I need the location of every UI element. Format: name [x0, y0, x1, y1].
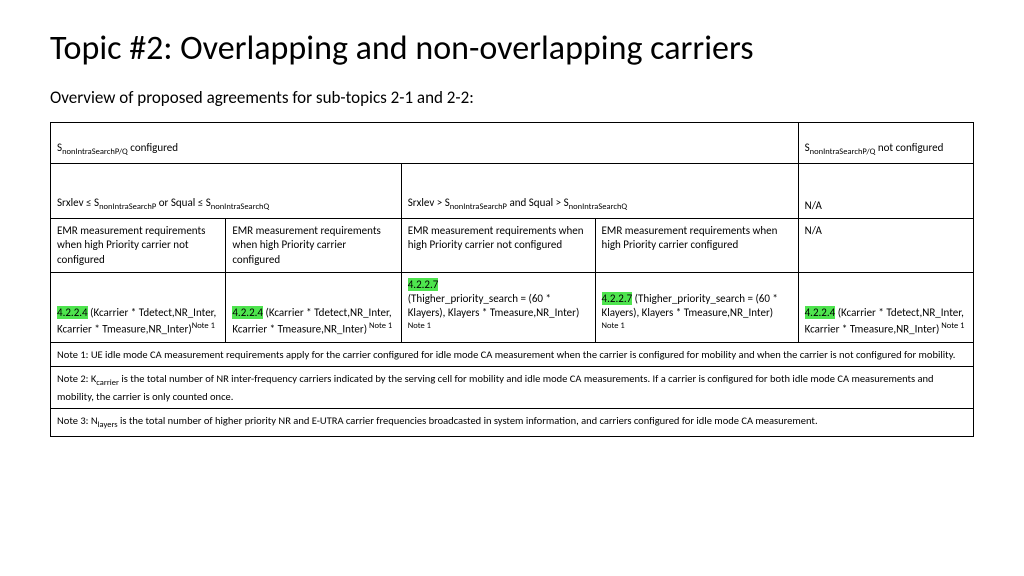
table-row: Note 2: Kcarrier is the total number of …: [51, 367, 974, 409]
cond-gt: Srxlev > SnonIntraSearchP and Squal > Sn…: [401, 164, 798, 219]
table-row: Note 3: Nlayers is the total number of h…: [51, 409, 974, 437]
emr-1: EMR measurement requirements when high P…: [51, 219, 226, 273]
ref-highlight: 4.2.2.7: [408, 278, 439, 291]
emr-2: EMR measurement requirements when high P…: [226, 219, 401, 273]
note-3: Note 3: Nlayers is the total number of h…: [51, 409, 974, 437]
table-row: Srxlev ≤ SnonIntraSearchP or Squal ≤ Sno…: [51, 164, 974, 219]
table-row: 4.2.2.4 (Kcarrier * Tdetect,NR_Inter, Kc…: [51, 272, 974, 342]
val-2: 4.2.2.4 (Kcarrier * Tdetect,NR_Inter, Kc…: [226, 272, 401, 342]
slide-subtitle: Overview of proposed agreements for sub-…: [50, 87, 974, 108]
ref-highlight: 4.2.2.4: [57, 306, 88, 319]
note-2: Note 2: Kcarrier is the total number of …: [51, 367, 974, 409]
ref-highlight: 4.2.2.7: [602, 292, 633, 305]
ref-highlight: 4.2.2.4: [805, 306, 836, 319]
emr-3: EMR measurement requirements when high P…: [401, 219, 595, 273]
table-row: EMR measurement requirements when high P…: [51, 219, 974, 273]
emr-5: N/A: [798, 219, 973, 273]
val-1: 4.2.2.4 (Kcarrier * Tdetect,NR_Inter, Kc…: [51, 272, 226, 342]
table-row: Note 1: UE idle mode CA measurement requ…: [51, 342, 974, 367]
slide-title: Topic #2: Overlapping and non-overlappin…: [50, 28, 974, 69]
cond-le: Srxlev ≤ SnonIntraSearchP or Squal ≤ Sno…: [51, 164, 402, 219]
val-5: 4.2.2.4 (Kcarrier * Tdetect,NR_Inter, Kc…: [798, 272, 973, 342]
hdr-not-configured: SnonIntraSearchP/Q not configured: [798, 123, 973, 164]
hdr-configured: SnonIntraSearchP/Q configured: [51, 123, 799, 164]
note-1: Note 1: UE idle mode CA measurement requ…: [51, 342, 974, 367]
val-3: 4.2.2.7(Thigher_priority_search = (60 * …: [401, 272, 595, 342]
cond-na: N/A: [798, 164, 973, 219]
slide: Topic #2: Overlapping and non-overlappin…: [0, 0, 1024, 457]
val-4: 4.2.2.7 (Thigher_priority_search = (60 *…: [595, 272, 798, 342]
emr-4: EMR measurement requirements when high P…: [595, 219, 798, 273]
ref-highlight: 4.2.2.4: [232, 306, 263, 319]
agreements-table: SnonIntraSearchP/Q configured SnonIntraS…: [50, 122, 974, 437]
table-row: SnonIntraSearchP/Q configured SnonIntraS…: [51, 123, 974, 164]
